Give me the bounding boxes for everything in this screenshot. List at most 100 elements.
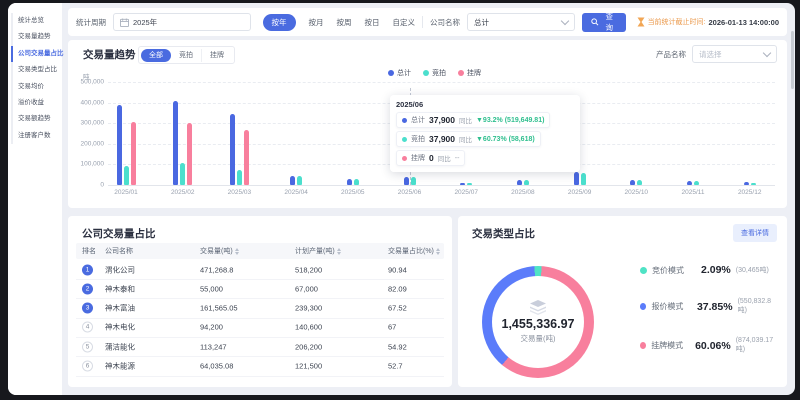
bar-竞拍-2025/11[interactable]: [694, 181, 699, 185]
granularity-pill-按日[interactable]: 按日: [365, 17, 380, 28]
column-header-label: 交易量占比(%): [388, 246, 434, 256]
company-name-cell: 神木电化: [105, 322, 135, 333]
sidebar-item-交易类型占比[interactable]: 交易类型占比: [11, 62, 62, 78]
table-row[interactable]: 6神木能源64,035.08121,50052.7: [76, 357, 444, 377]
hourglass-icon: [637, 17, 645, 27]
bar-总计-2025/04[interactable]: [290, 176, 295, 185]
deadline-value: 2026-01-13 14:00:00: [709, 18, 779, 27]
table-row[interactable]: 4神木电化94,200140,60067: [76, 318, 444, 338]
column-header-label: 计划产量(吨): [295, 246, 335, 256]
bar-竞拍-2025/12[interactable]: [751, 183, 756, 185]
sidebar-item-注册客户数[interactable]: 注册客户数: [11, 128, 62, 144]
tooltip-title: 2025/06: [396, 100, 574, 109]
tooltip-series-dot: [402, 137, 407, 142]
bar-总计-2025/05[interactable]: [347, 179, 352, 185]
desktop-background: 统计总览交易量趋势公司交易量占比交易类型占比交易均价溢价收益交易额趋势注册客户数…: [0, 0, 800, 400]
type-legend-pct: 2.09%: [701, 264, 731, 276]
sort-asc-caret: [235, 248, 239, 251]
bar-挂牌-2025/03[interactable]: [244, 130, 249, 185]
rank-cell: 5: [82, 341, 93, 352]
table-row[interactable]: 5蒲洁能化113,247206,20054.92: [76, 337, 444, 357]
bar-总计-2025/08[interactable]: [517, 180, 522, 185]
volume-cell: 94,200: [200, 323, 223, 332]
granularity-pill-按周[interactable]: 按周: [337, 17, 352, 28]
bar-总计-2025/06[interactable]: [404, 177, 409, 185]
period-date-input[interactable]: 2025年: [113, 13, 251, 31]
sidebar-menu: 统计总览交易量趋势公司交易量占比交易类型占比交易均价溢价收益交易额趋势注册客户数: [11, 13, 62, 144]
period-label: 统计周期: [76, 17, 106, 28]
granularity-pill-自定义[interactable]: 自定义: [393, 17, 416, 28]
bar-竞拍-2025/08[interactable]: [524, 180, 529, 185]
company-name-cell: 神木能源: [105, 361, 135, 372]
bar-总计-2025/12[interactable]: [744, 182, 749, 185]
bar-竞拍-2025/02[interactable]: [180, 163, 185, 185]
trend-chart-card: 交易量趋势 全部竞拍挂牌 产品名称 请选择 吨 总计竞拍挂牌 0100,0002…: [68, 40, 787, 208]
deadline-label: 当前统计截止时间:: [648, 17, 706, 27]
rank-badge: 1: [82, 264, 93, 275]
volume-cell: 161,565.05: [200, 304, 238, 313]
bar-竞拍-2025/05[interactable]: [354, 179, 359, 185]
sidebar-item-交易量趋势[interactable]: 交易量趋势: [11, 29, 62, 45]
scrollbar-thumb[interactable]: [791, 31, 794, 89]
type-legend-row-挂牌模式: 挂牌模式60.06%(874,039.17吨): [640, 337, 777, 354]
bar-挂牌-2025/01[interactable]: [131, 122, 136, 185]
bar-总计-2025/03[interactable]: [230, 114, 235, 185]
x-axis-tick: 2025/12: [728, 189, 772, 196]
table-header-row: 排名公司名称交易量(吨)计划产量(吨)交易量占比(%): [76, 243, 444, 259]
bar-总计-2025/10[interactable]: [630, 180, 635, 185]
sort-icon[interactable]: [235, 248, 239, 255]
sidebar-item-公司交易量占比[interactable]: 公司交易量占比: [11, 46, 62, 62]
granularity-pill-按月[interactable]: 按月: [309, 17, 324, 28]
tooltip-series-label: 挂牌: [411, 153, 425, 163]
granularity-pill-按年[interactable]: 按年: [263, 14, 296, 31]
bar-总计-2025/09[interactable]: [574, 172, 579, 185]
query-button[interactable]: 查询: [582, 13, 625, 32]
sidebar-item-溢价收益[interactable]: 溢价收益: [11, 95, 62, 111]
company-select-value: 总计: [474, 17, 489, 28]
sort-icon[interactable]: [436, 248, 440, 255]
view-details-button[interactable]: 查看详情: [733, 224, 777, 242]
company-select[interactable]: 总计: [467, 13, 575, 31]
tooltip-yoy-label: 同比: [459, 115, 472, 125]
bar-总计-2025/02[interactable]: [173, 101, 178, 185]
table-row[interactable]: 3神木富油161,565.05239,30067.52: [76, 299, 444, 319]
gridline: [108, 82, 775, 83]
column-header-交易量(吨)[interactable]: 交易量(吨): [200, 243, 239, 259]
type-legend-row-报价模式: 报价模式37.85%(550,832.8吨): [640, 298, 777, 315]
chart-tooltip: 2025/06 总计37,900同比▼93.2% (519,649.81)竞拍3…: [390, 95, 580, 172]
table-row[interactable]: 2神木泰和55,00067,00082.09: [76, 279, 444, 299]
sidebar-item-交易均价[interactable]: 交易均价: [11, 79, 62, 95]
column-header-计划产量(吨)[interactable]: 计划产量(吨): [295, 243, 341, 259]
bar-竞拍-2025/04[interactable]: [297, 176, 302, 185]
x-axis-tick: 2025/09: [558, 189, 602, 196]
bar-总计-2025/11[interactable]: [687, 181, 692, 185]
tooltip-row-挂牌: 挂牌0同比--: [396, 150, 465, 166]
bar-竞拍-2025/01[interactable]: [124, 166, 129, 185]
type-legend-label: 报价模式: [651, 301, 692, 312]
x-axis-tick: 2025/11: [671, 189, 715, 196]
column-header-排名: 排名: [82, 243, 96, 259]
sidebar-item-统计总览[interactable]: 统计总览: [11, 13, 62, 29]
share-cell: 90.94: [388, 265, 407, 274]
bar-竞拍-2025/07[interactable]: [467, 183, 472, 185]
gridline: [108, 185, 775, 186]
volume-cell: 55,000: [200, 284, 223, 293]
sort-icon[interactable]: [337, 248, 341, 255]
bar-总计-2025/01[interactable]: [117, 105, 122, 185]
donut-legend: 竞价模式2.09%(30,465吨)报价模式37.85%(550,832.8吨)…: [640, 264, 777, 354]
sidebar-item-交易额趋势[interactable]: 交易额趋势: [11, 111, 62, 127]
x-axis-tick: 2025/06: [388, 189, 432, 196]
volume-cell: 113,247: [200, 342, 227, 351]
column-header-交易量占比(%)[interactable]: 交易量占比(%): [388, 243, 440, 259]
table-row[interactable]: 1渭化公司471,268.8518,20090.94: [76, 260, 444, 280]
bar-竞拍-2025/09[interactable]: [581, 173, 586, 185]
bar-总计-2025/07[interactable]: [460, 183, 465, 185]
bar-竞拍-2025/03[interactable]: [237, 170, 242, 185]
bar-竞拍-2025/10[interactable]: [637, 180, 642, 185]
bar-挂牌-2025/02[interactable]: [187, 123, 192, 185]
plan-cell: 67,000: [295, 284, 318, 293]
column-header-label: 排名: [82, 246, 96, 256]
volume-cell: 471,268.8: [200, 265, 233, 274]
bar-竞拍-2025/06[interactable]: [411, 177, 416, 185]
type-legend-dot: [640, 342, 646, 349]
